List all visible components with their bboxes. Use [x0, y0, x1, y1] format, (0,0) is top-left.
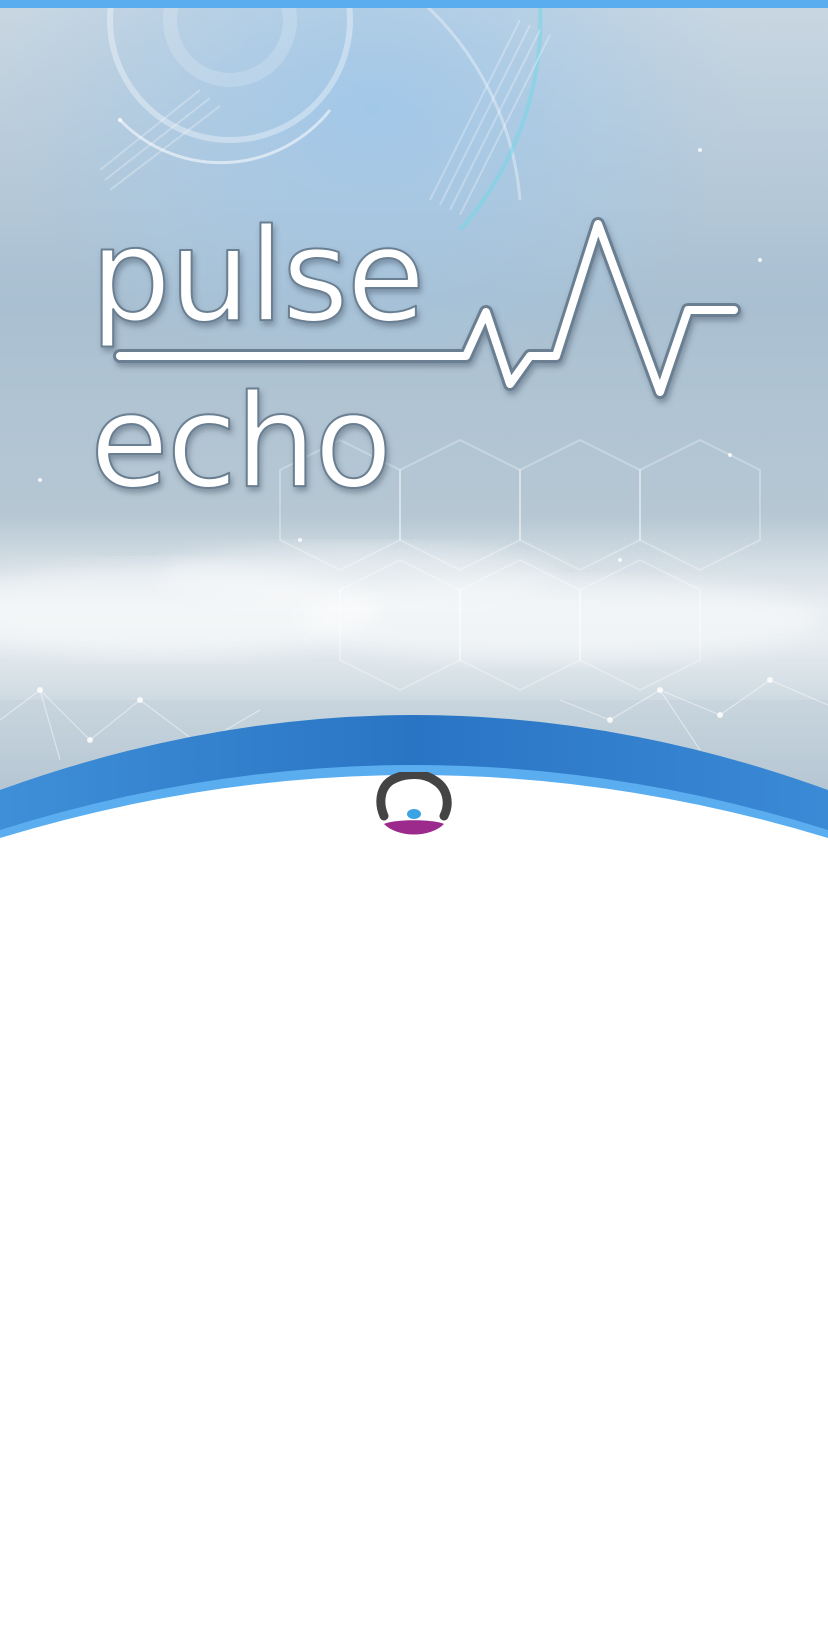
status-accent-bar — [0, 0, 828, 8]
hero-artwork: pulse echo — [0, 0, 828, 850]
splash-screen: pulse echo — [0, 0, 828, 1630]
logo-word-echo: echo — [90, 368, 391, 517]
logo-word-pulse: pulse — [90, 202, 423, 351]
hero-banner: pulse echo — [0, 0, 828, 850]
app-brand-mark-icon — [376, 772, 452, 835]
